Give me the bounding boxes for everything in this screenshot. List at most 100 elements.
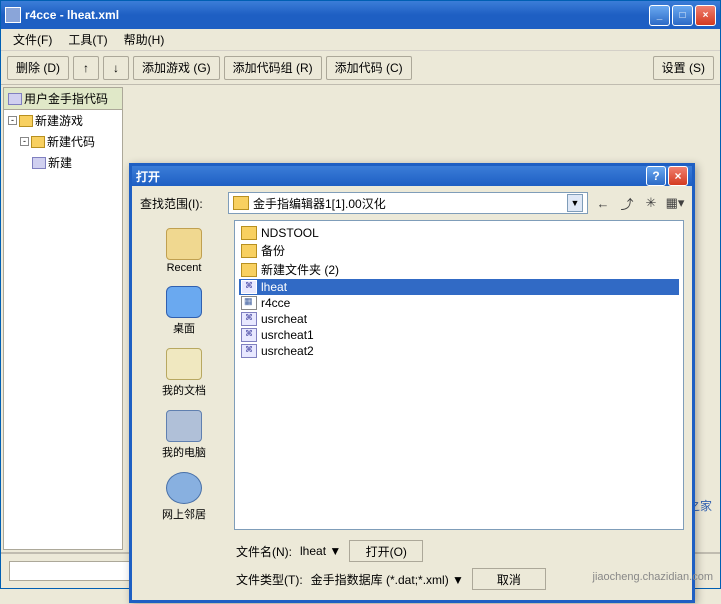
filename-value: lheat [300, 544, 326, 558]
computer-icon [166, 410, 202, 442]
file-item-label: usrcheat2 [261, 344, 314, 358]
delete-button[interactable]: 删除 (D) [7, 56, 69, 80]
dropdown-icon[interactable]: ▼ [567, 194, 583, 212]
filetype-label: 文件类型(T): [236, 571, 303, 588]
menu-help[interactable]: 帮助(H) [116, 29, 173, 50]
file-list[interactable]: NDSTOOL 备份新建文件夹 (2) lheat r4cce usrcheat usrc… [234, 220, 684, 530]
place-desktop[interactable]: 桌面 [144, 282, 224, 340]
up-folder-button[interactable]: ⤴ [618, 194, 636, 212]
place-label: 网上邻居 [162, 506, 206, 522]
titlebar: r4cce - lheat.xml _ □ × [1, 1, 720, 29]
dialog-close-button[interactable]: × [668, 166, 688, 186]
view-menu-button[interactable]: ▦▾ [666, 194, 684, 212]
tree-root[interactable]: 用户金手指代码 [4, 88, 122, 110]
file-item[interactable]: usrcheat1 [239, 327, 679, 343]
tree-codegroup[interactable]: - 新建代码 [4, 131, 122, 152]
folder-icon [241, 263, 257, 277]
dialog-title: 打开 [136, 168, 646, 185]
file-item-label: usrcheat1 [261, 328, 314, 342]
open-dialog: 打开 ? × 查找范围(I): 金手指编辑器1[1].00汉化 ▼ ← ⤴ ✳ [129, 163, 695, 603]
filename-label: 文件名(N): [236, 543, 292, 560]
place-network[interactable]: 网上邻居 [144, 468, 224, 526]
db-icon [8, 93, 22, 105]
file-item-label: usrcheat [261, 312, 307, 326]
dialog-help-button[interactable]: ? [646, 166, 666, 186]
file-item[interactable]: 新建文件夹 (2) [239, 260, 679, 279]
file-item[interactable]: 备份 [239, 241, 679, 260]
file-item-label: NDSTOOL [261, 226, 319, 240]
toolbar: 删除 (D) ↑ ↓ 添加游戏 (G) 添加代码组 (R) 添加代码 (C) 设… [1, 51, 720, 85]
collapse-icon[interactable]: - [8, 116, 17, 125]
dropdown-icon[interactable]: ▼ [329, 544, 341, 558]
filetype-combo[interactable]: 金手指数据库 (*.dat;*.xml) ▼ [311, 571, 464, 588]
documents-icon [166, 348, 202, 380]
tree-game[interactable]: - 新建游戏 [4, 110, 122, 131]
move-down-button[interactable]: ↓ [103, 56, 129, 80]
tree-game-label: 新建游戏 [35, 112, 83, 129]
folder-icon [19, 115, 33, 127]
file-item-label: 新建文件夹 (2) [261, 261, 339, 278]
folder-icon [31, 136, 45, 148]
place-recent[interactable]: Recent [144, 224, 224, 278]
settings-button[interactable]: 设置 (S) [653, 56, 714, 80]
file-item-label: r4cce [261, 296, 290, 310]
network-icon [166, 472, 202, 504]
tree-code[interactable]: 新建 [4, 152, 122, 173]
xml-icon [241, 280, 257, 294]
lookin-label: 查找范围(I): [140, 195, 222, 212]
app-icon [5, 7, 21, 23]
lookin-row: 查找范围(I): 金手指编辑器1[1].00汉化 ▼ ← ⤴ ✳ ▦▾ [140, 192, 684, 214]
places-bar: Recent 桌面 我的文档 我的电脑 [140, 220, 228, 530]
tree-panel[interactable]: 用户金手指代码 - 新建游戏 - 新建代码 新建 [3, 87, 123, 550]
maximize-button[interactable]: □ [672, 5, 693, 26]
folder-icon [241, 244, 257, 258]
add-code-button[interactable]: 添加代码 (C) [326, 56, 412, 80]
code-icon [32, 157, 46, 169]
menu-file[interactable]: 文件(F) [5, 29, 60, 50]
back-button[interactable]: ← [594, 194, 612, 212]
menu-tools[interactable]: 工具(T) [60, 29, 115, 50]
lookin-combo[interactable]: 金手指编辑器1[1].00汉化 ▼ [228, 192, 588, 214]
add-game-button[interactable]: 添加游戏 (G) [133, 56, 220, 80]
new-folder-button[interactable]: ✳ [642, 194, 660, 212]
file-item[interactable]: NDSTOOL [239, 225, 679, 241]
collapse-icon[interactable]: - [20, 137, 29, 146]
place-label: 我的电脑 [162, 444, 206, 460]
file-item[interactable]: usrcheat2 [239, 343, 679, 359]
filename-input[interactable]: lheat ▼ [300, 544, 341, 558]
move-up-button[interactable]: ↑ [73, 56, 99, 80]
place-label: Recent [167, 262, 202, 274]
file-item[interactable]: lheat [239, 279, 679, 295]
window-title: r4cce - lheat.xml [25, 8, 649, 22]
exe-icon [241, 296, 257, 310]
place-label: 桌面 [173, 320, 195, 336]
xml-icon [241, 312, 257, 326]
filetype-value: 金手指数据库 (*.dat;*.xml) [311, 573, 449, 587]
window-close-button[interactable]: × [695, 5, 716, 26]
menubar: 文件(F) 工具(T) 帮助(H) [1, 29, 720, 51]
desktop-icon [166, 286, 202, 318]
lookin-value: 金手指编辑器1[1].00汉化 [253, 195, 567, 212]
cancel-button[interactable]: 取消 [472, 568, 546, 590]
open-button[interactable]: 打开(O) [349, 540, 423, 562]
file-item[interactable]: usrcheat [239, 311, 679, 327]
recent-icon [166, 228, 202, 260]
tree-code-label: 新建 [48, 154, 72, 171]
folder-icon [233, 196, 249, 210]
client-area: 用户金手指代码 - 新建游戏 - 新建代码 新建 脚本之家 [1, 85, 720, 552]
place-mydocs[interactable]: 我的文档 [144, 344, 224, 402]
place-computer[interactable]: 我的电脑 [144, 406, 224, 464]
dialog-titlebar: 打开 ? × [132, 166, 692, 186]
xml-icon [241, 328, 257, 342]
minimize-button[interactable]: _ [649, 5, 670, 26]
place-label: 我的文档 [162, 382, 206, 398]
dropdown-icon[interactable]: ▼ [452, 573, 464, 587]
xml-icon [241, 344, 257, 358]
watermark-url: jiaocheng.chazidian.com [593, 571, 713, 583]
file-item[interactable]: r4cce [239, 295, 679, 311]
file-item-label: 备份 [261, 242, 285, 259]
file-item-label: lheat [261, 280, 287, 294]
add-codegroup-button[interactable]: 添加代码组 (R) [224, 56, 322, 80]
folder-icon [241, 226, 257, 240]
main-window: r4cce - lheat.xml _ □ × 文件(F) 工具(T) 帮助(H… [0, 0, 721, 589]
